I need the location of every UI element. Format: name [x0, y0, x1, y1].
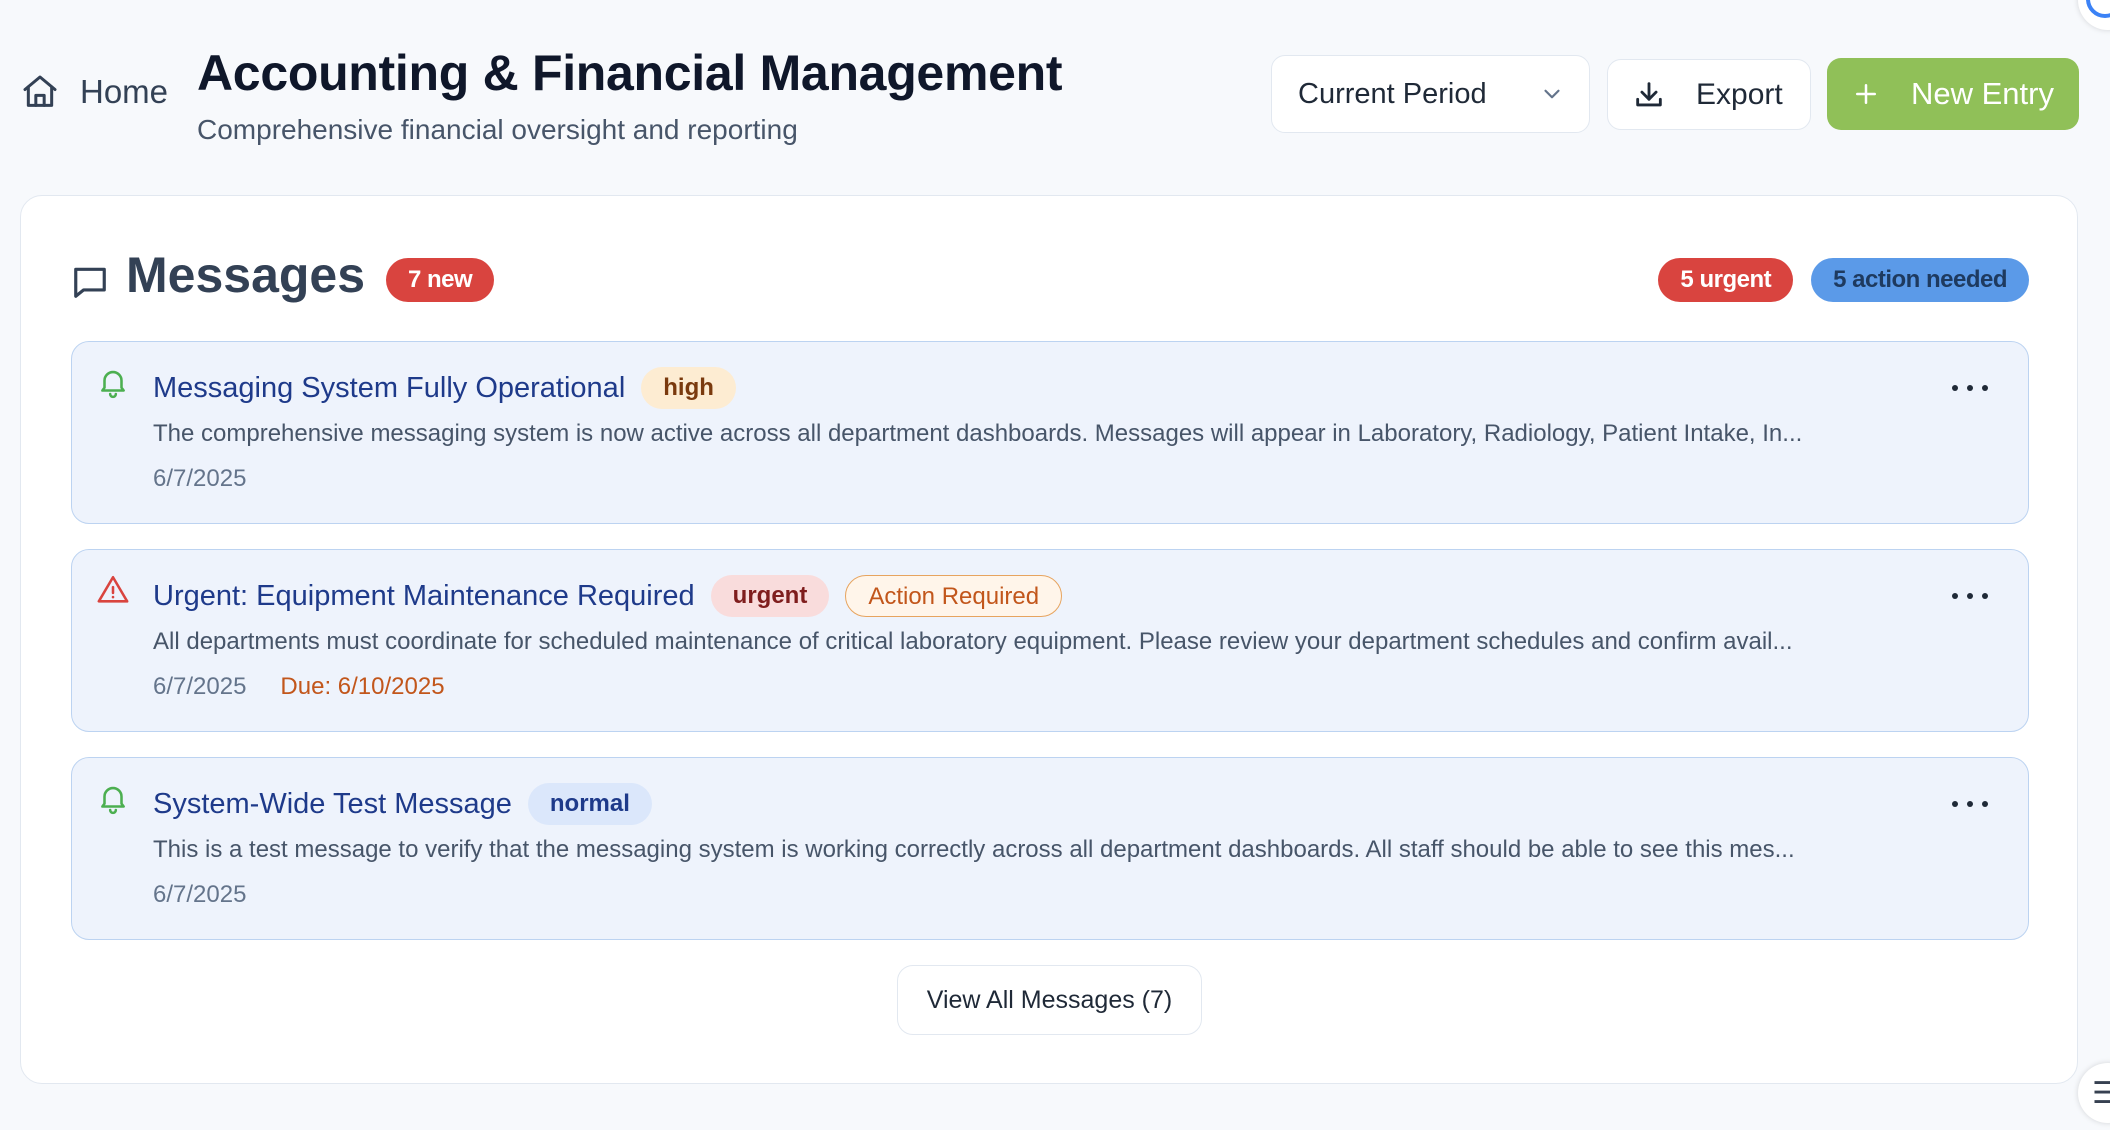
message-title: Messaging System Fully Operational [153, 371, 626, 404]
chevron-down-icon [1544, 89, 1560, 99]
new-entry-button[interactable]: New Entry [1827, 58, 2079, 130]
message-meta: 6/7/2025 [153, 465, 246, 493]
view-all-messages-label: View All Messages (7) [926, 985, 1173, 1014]
bell-icon [101, 370, 125, 399]
message-meta: 6/7/2025 [153, 881, 246, 909]
floating-widget-bottom[interactable]: ☰ [2078, 1063, 2110, 1123]
message-date: 6/7/2025 [153, 465, 247, 492]
period-select-value: Current Period [1298, 77, 1487, 110]
title-block: Accounting & Financial Management Compre… [197, 44, 1063, 146]
message-meta: 6/7/2025 Due: 6/10/2025 [153, 673, 445, 701]
priority-badge: normal [527, 783, 652, 825]
page-title: Accounting & Financial Management [197, 45, 1063, 101]
more-options-icon[interactable] [1952, 796, 1988, 812]
message-title: Urgent: Equipment Maintenance Required [153, 579, 695, 612]
message-date: 6/7/2025 [153, 673, 247, 700]
priority-badge: high [641, 367, 736, 409]
alert-triangle-icon [97, 575, 129, 603]
export-button[interactable]: Export [1607, 59, 1811, 130]
urgent-count-badge: 5 urgent [1658, 258, 1794, 302]
menu-icon: ☰ [2092, 1076, 2110, 1110]
message-item[interactable]: System-Wide Test Message normal This is … [71, 757, 2029, 940]
message-item[interactable]: Urgent: Equipment Maintenance Required u… [71, 549, 2029, 732]
more-options-icon[interactable] [1952, 380, 1988, 396]
message-body: All departments must coordinate for sche… [153, 628, 1793, 655]
download-icon [1636, 81, 1662, 106]
message-body: This is a test message to verify that th… [153, 836, 1795, 863]
summary-badges: 5 urgent 5 action needed [1658, 258, 2029, 302]
home-icon [23, 75, 57, 107]
messages-card: Messages 7 new 5 urgent 5 action needed … [20, 195, 2078, 1084]
new-count-badge: 7 new [386, 258, 495, 302]
new-entry-label: New Entry [1911, 76, 2054, 111]
message-due-date: Due: 6/10/2025 [280, 673, 445, 700]
message-body: The comprehensive messaging system is no… [153, 420, 1803, 447]
home-link[interactable]: Home [20, 72, 168, 112]
view-all-messages-button[interactable]: View All Messages (7) [897, 965, 1202, 1035]
page: Home Accounting & Financial Management C… [0, 0, 2110, 1130]
bell-icon [101, 786, 125, 815]
home-label: Home [80, 73, 169, 110]
priority-badge: urgent [710, 575, 830, 617]
action-count-badge: 5 action needed [1811, 258, 2029, 302]
export-label: Export [1696, 77, 1783, 111]
message-title-row: Messaging System Fully Operational high [153, 367, 736, 409]
message-title-row: Urgent: Equipment Maintenance Required u… [153, 575, 1063, 617]
floating-widget-top[interactable] [2078, 0, 2110, 30]
message-title-row: System-Wide Test Message normal [153, 783, 652, 825]
more-options-icon[interactable] [1952, 588, 1988, 604]
messages-title: Messages [126, 247, 366, 303]
message-title: System-Wide Test Message [153, 787, 512, 820]
messages-header: Messages 7 new 5 urgent 5 action needed [71, 246, 2029, 316]
action-required-badge: Action Required [845, 575, 1063, 617]
page-subtitle: Comprehensive financial oversight and re… [197, 114, 798, 145]
period-select[interactable]: Current Period [1271, 55, 1590, 133]
page-header: Home Accounting & Financial Management C… [0, 0, 2110, 190]
message-item[interactable]: Messaging System Fully Operational high … [71, 341, 2029, 524]
message-square-icon [74, 267, 106, 298]
message-date: 6/7/2025 [153, 881, 247, 908]
plus-icon [1856, 84, 1876, 104]
